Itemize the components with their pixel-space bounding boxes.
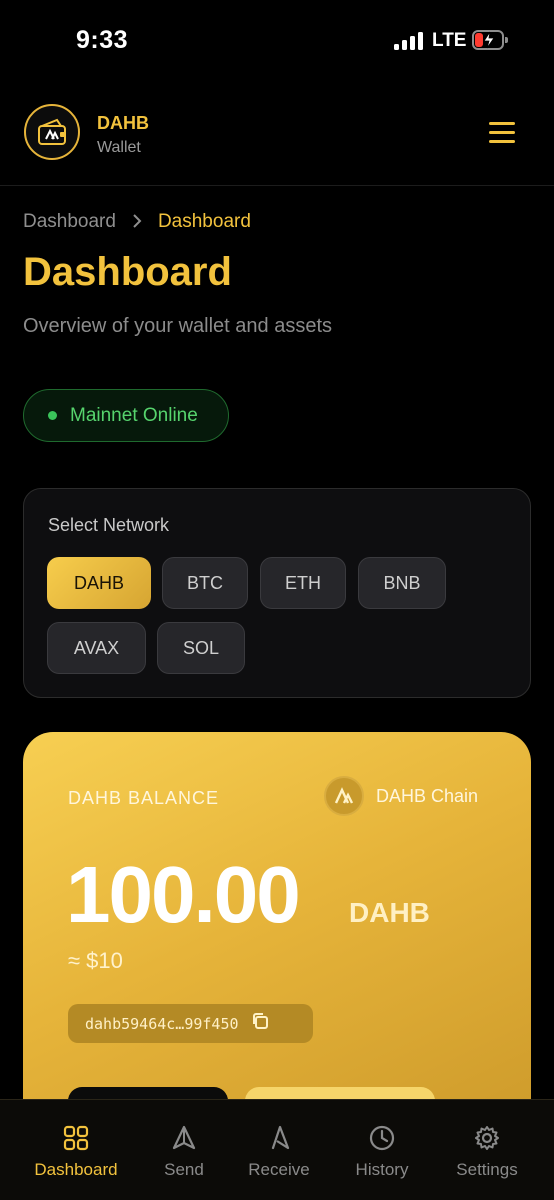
- gear-icon: [475, 1126, 499, 1150]
- brand-name: DAHB: [97, 113, 149, 133]
- nav-item-send[interactable]: Send: [148, 1100, 220, 1200]
- online-dot-icon: [48, 411, 57, 420]
- nav-label-dashboard: Dashboard: [34, 1160, 118, 1179]
- hamburger-menu-icon[interactable]: [486, 120, 520, 146]
- nav-label-settings: Settings: [456, 1160, 518, 1179]
- send-icon: [172, 1125, 196, 1150]
- balance-card: DAHB BALANCE DAHB Chain 100.00 DAHB ≈ $1…: [23, 732, 531, 1152]
- grid-icon: [63, 1125, 89, 1151]
- status-bar: 9:33 LTE: [0, 0, 554, 84]
- brand-subtitle: Wallet: [97, 139, 141, 156]
- wallet-dashboard-screen: 9:33 LTE DAHB Wallet Dashboard Dashboard…: [0, 0, 554, 1200]
- balance-unit: DAHB: [349, 897, 430, 928]
- receive-icon: [271, 1125, 290, 1150]
- network-chip-btc[interactable]: BTC: [162, 557, 248, 609]
- balance-amount: 100.00: [66, 850, 301, 939]
- status-time: 9:33: [76, 26, 129, 54]
- nav-label-receive: Receive: [248, 1160, 310, 1179]
- nav-item-receive[interactable]: Receive: [240, 1100, 318, 1200]
- cellular-signal-icon: [394, 32, 424, 50]
- network-chip-sol[interactable]: SOL: [157, 622, 245, 674]
- nav-item-settings[interactable]: Settings: [446, 1100, 528, 1200]
- bottom-navigation: Dashboard Send Receive History Settings: [0, 1099, 554, 1200]
- chain-tag: DAHB Chain: [324, 776, 478, 816]
- copy-icon[interactable]: [251, 1012, 269, 1035]
- chain-name: DAHB Chain: [376, 785, 479, 806]
- network-selector-card: Select Network DAHB BTC ETH BNB AVAX SOL: [23, 488, 531, 698]
- nav-item-history[interactable]: History: [344, 1100, 420, 1200]
- clock-icon: [369, 1125, 395, 1151]
- wallet-address[interactable]: dahb59464c…99f450: [68, 1004, 313, 1043]
- breadcrumb-root-link[interactable]: Dashboard: [23, 211, 116, 233]
- chevron-right-icon: [132, 212, 142, 233]
- network-type: LTE: [432, 30, 467, 51]
- battery-icon: [472, 30, 508, 50]
- nav-label-history: History: [355, 1160, 409, 1179]
- network-status-label: Mainnet Online: [70, 404, 198, 426]
- network-status-badge: Mainnet Online: [23, 389, 229, 442]
- network-chip-bnb[interactable]: BNB: [358, 557, 446, 609]
- chain-logo-icon: [324, 776, 364, 816]
- balance-label: DAHB BALANCE: [68, 788, 220, 808]
- page-subtitle: Overview of your wallet and assets: [23, 315, 333, 337]
- app-header: DAHB Wallet: [0, 84, 554, 186]
- nav-label-send: Send: [164, 1160, 204, 1179]
- network-selector-heading: Select Network: [48, 515, 170, 535]
- breadcrumb-current: Dashboard: [157, 211, 251, 232]
- breadcrumb: Dashboard Dashboard: [23, 211, 251, 233]
- balance-usd-value: ≈ $10: [68, 948, 123, 973]
- network-chip-eth[interactable]: ETH: [260, 557, 346, 609]
- network-chip-avax[interactable]: AVAX: [47, 622, 146, 674]
- wallet-logo-icon: [24, 104, 80, 160]
- wallet-address-text: dahb59464c…99f450: [85, 1014, 239, 1033]
- nav-item-dashboard[interactable]: Dashboard: [28, 1100, 124, 1200]
- page-title: Dashboard: [23, 250, 232, 294]
- network-chip-dahb[interactable]: DAHB: [47, 557, 151, 609]
